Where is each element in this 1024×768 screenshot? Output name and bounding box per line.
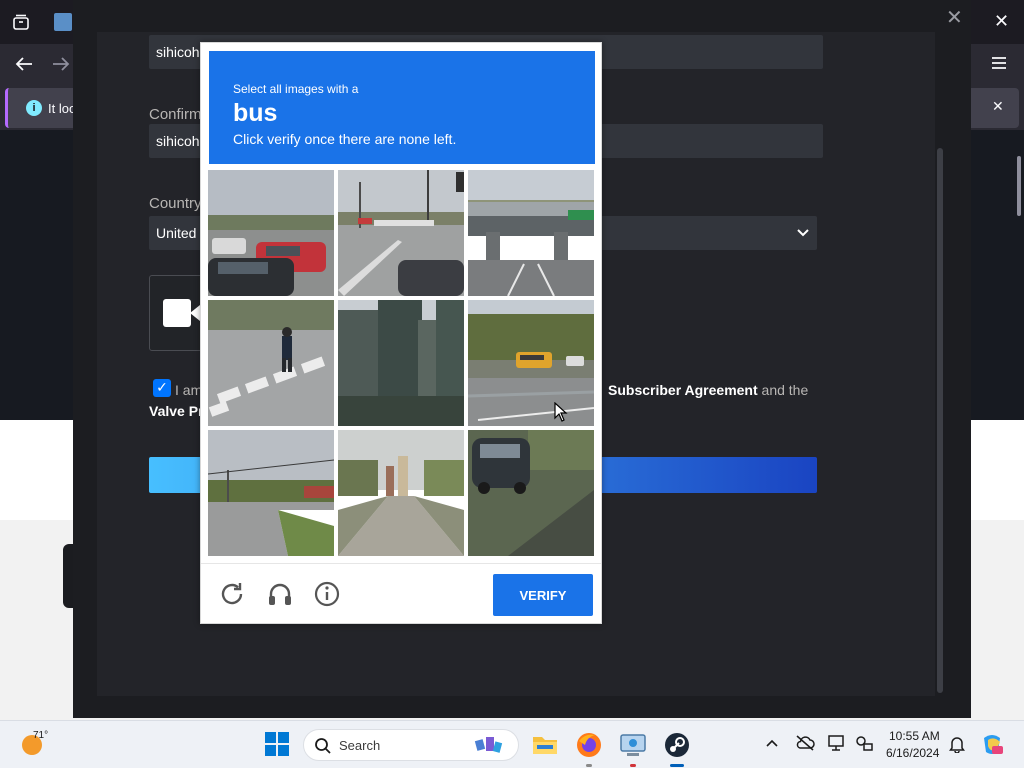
challenge-tile-9[interactable] xyxy=(468,430,594,556)
forward-icon[interactable] xyxy=(51,55,71,77)
menu-icon[interactable] xyxy=(991,56,1007,74)
clock-time[interactable]: 10:55 AM xyxy=(889,729,940,743)
notification-close-icon[interactable]: ✕ xyxy=(992,100,1004,114)
search-icon xyxy=(314,737,332,760)
dialog-scrollbar[interactable] xyxy=(937,148,943,693)
file-explorer-icon[interactable] xyxy=(531,731,559,759)
copilot-icon[interactable] xyxy=(980,732,1004,760)
browser-scrollbar[interactable] xyxy=(1017,156,1021,216)
agree-text-start: I am xyxy=(175,382,203,398)
mouse-cursor-icon xyxy=(554,401,568,427)
info-icon[interactable] xyxy=(313,580,341,608)
display-icon[interactable] xyxy=(828,735,846,755)
challenge-tile-7[interactable] xyxy=(208,430,334,556)
network-icon[interactable] xyxy=(855,735,873,755)
challenge-prompt: Select all images with a xyxy=(233,82,359,96)
privacy-policy-link[interactable]: Valve Pr xyxy=(149,403,204,419)
back-icon[interactable] xyxy=(14,55,34,77)
cloud-offline-icon[interactable] xyxy=(795,735,815,755)
agree-checkbox[interactable]: ✓ xyxy=(153,379,171,397)
window-close-icon[interactable]: ✕ xyxy=(994,13,1009,31)
challenge-tile-3[interactable] xyxy=(468,170,594,296)
agree-text-line2: Valve Pr xyxy=(149,403,204,419)
start-icon[interactable] xyxy=(264,731,292,759)
firefox-running-indicator xyxy=(586,764,592,767)
challenge-footer: VERIFY xyxy=(201,563,601,623)
agree-suffix: and the xyxy=(761,382,809,398)
audio-challenge-icon[interactable] xyxy=(266,580,294,608)
remote-desktop-icon[interactable] xyxy=(619,731,647,759)
taskbar-search[interactable]: Search xyxy=(303,729,519,761)
chevron-up-icon[interactable] xyxy=(766,735,778,751)
tab-favicon[interactable] xyxy=(54,13,72,31)
search-placeholder: Search xyxy=(339,738,381,753)
challenge-tile-2[interactable] xyxy=(338,170,464,296)
verify-button[interactable]: VERIFY xyxy=(493,574,593,616)
country-label: Country xyxy=(149,195,202,212)
clock-date[interactable]: 6/16/2024 xyxy=(886,746,939,760)
captcha-checkbox[interactable] xyxy=(163,299,191,327)
remote-desktop-running-indicator xyxy=(630,764,636,767)
search-highlight-icon xyxy=(474,734,504,761)
subscriber-agreement-link[interactable]: Subscriber Agreement xyxy=(608,382,758,398)
refresh-icon[interactable] xyxy=(218,580,246,608)
challenge-instruction: Click verify once there are none left. xyxy=(233,131,457,147)
confirm-label: Confirm xyxy=(149,106,202,123)
challenge-tile-1[interactable] xyxy=(208,170,334,296)
challenge-pointer xyxy=(190,305,200,321)
steam-icon[interactable] xyxy=(663,731,691,759)
chevron-down-icon xyxy=(797,216,809,250)
dialog-close-icon[interactable]: ✕ xyxy=(946,5,963,29)
challenge-tile-6[interactable] xyxy=(468,300,594,426)
weather-temperature: 71° xyxy=(33,730,49,741)
country-value: United xyxy=(156,225,197,241)
taskbar: 71° Search 10:55 AM 6/16/2024 xyxy=(0,720,1024,768)
firefox-icon[interactable] xyxy=(575,731,603,759)
tab-list-icon[interactable] xyxy=(12,13,30,35)
steam-active-indicator xyxy=(670,764,684,767)
notification-text: It loo xyxy=(48,101,77,116)
challenge-tile-4[interactable] xyxy=(208,300,334,426)
challenge-target: bus xyxy=(233,99,278,127)
notification-bell-icon[interactable] xyxy=(949,735,965,757)
captcha-challenge-popup: Select all images with a bus Click verif… xyxy=(200,42,602,624)
challenge-tile-8[interactable] xyxy=(338,430,464,556)
agree-text-end: Subscriber Agreement and the xyxy=(608,382,808,398)
challenge-tile-5[interactable] xyxy=(338,300,464,426)
challenge-header: Select all images with a bus Click verif… xyxy=(209,51,595,164)
info-icon: i xyxy=(26,100,42,116)
